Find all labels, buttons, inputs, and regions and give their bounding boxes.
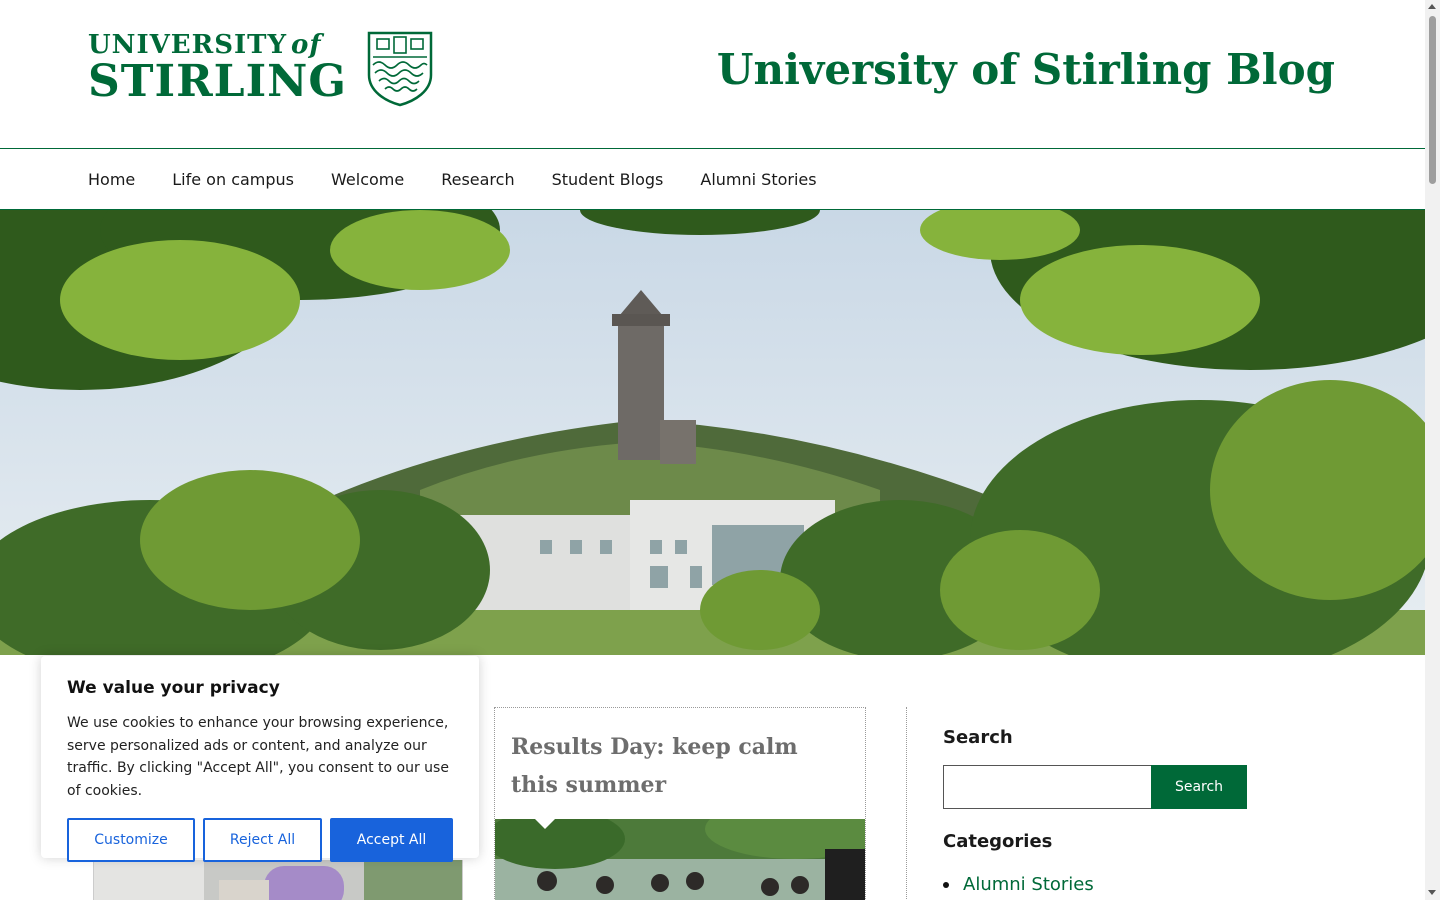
cookie-title: We value your privacy (67, 678, 280, 698)
sidebar: Search Search Categories Alumni Stories (943, 727, 1263, 895)
scroll-thumb[interactable] (1429, 16, 1436, 184)
campus-photo-icon (0, 210, 1425, 655)
nav-item-research[interactable]: Research (441, 170, 514, 189)
logo-stirling: STIRLING (88, 56, 347, 107)
post-image-notch (535, 819, 555, 829)
students-photo-icon (495, 819, 865, 900)
category-alumni-stories[interactable]: Alumni Stories (963, 874, 1094, 895)
cookie-buttons: Customize Reject All Accept All (67, 818, 453, 862)
page-scrollbar[interactable] (1425, 0, 1440, 900)
logo-wordmark: UNIVERSITY of STIRLING (88, 30, 347, 104)
main-nav: Home Life on campus Welcome Research Stu… (0, 149, 1425, 210)
reject-all-button[interactable]: Reject All (203, 818, 322, 862)
post-card[interactable]: Results Day: keep calm this summer (494, 707, 866, 900)
content-divider (906, 707, 907, 900)
student-photo-icon (94, 860, 462, 900)
bullet-icon (943, 881, 949, 888)
post-thumbnail[interactable] (495, 819, 865, 900)
cookie-text: We use cookies to enhance your browsing … (67, 715, 449, 799)
post-thumbnail-left[interactable] (93, 860, 463, 900)
accept-all-button[interactable]: Accept All (330, 818, 453, 862)
search-input[interactable] (943, 765, 1151, 809)
search-heading: Search (943, 727, 1013, 748)
site-header: UNIVERSITY of STIRLING University of Stir… (0, 0, 1425, 149)
scroll-down-icon[interactable] (1428, 890, 1436, 895)
university-logo[interactable]: UNIVERSITY of STIRLING (88, 30, 433, 107)
scroll-up-icon[interactable] (1428, 4, 1436, 9)
page: UNIVERSITY of STIRLING University of Stir… (0, 0, 1425, 900)
customize-button[interactable]: Customize (67, 818, 195, 862)
nav-item-home[interactable]: Home (88, 170, 135, 189)
blog-title[interactable]: University of Stirling Blog (717, 44, 1335, 96)
cookie-banner: We value your privacy We use cookies to … (41, 656, 479, 862)
search-button[interactable]: Search (1151, 765, 1247, 809)
nav-item-life-on-campus[interactable]: Life on campus (172, 170, 294, 189)
crest-icon (367, 31, 433, 107)
nav-item-welcome[interactable]: Welcome (331, 170, 404, 189)
search-form: Search (943, 765, 1263, 809)
categories-list: Alumni Stories (943, 874, 1263, 895)
post-title[interactable]: Results Day: keep calm this summer (495, 708, 865, 804)
categories-heading: Categories (943, 831, 1053, 852)
nav-item-student-blogs[interactable]: Student Blogs (552, 170, 664, 189)
category-item[interactable]: Alumni Stories (943, 874, 1263, 895)
nav-item-alumni-stories[interactable]: Alumni Stories (700, 170, 816, 189)
hero-image (0, 210, 1425, 655)
